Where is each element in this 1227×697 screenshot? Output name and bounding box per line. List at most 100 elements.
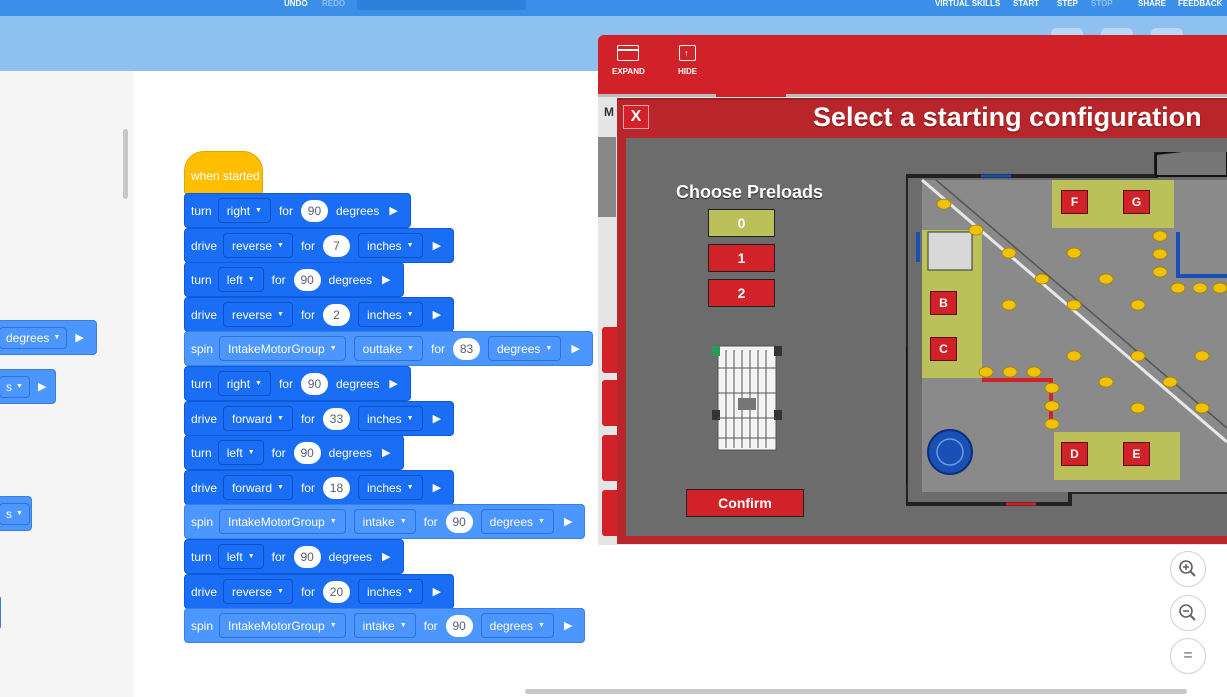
stop-button[interactable]: STOP (1091, 0, 1113, 8)
spin-block[interactable]: spin IntakeMotorGroup ▼ outtake ▼ for 83 degree… (184, 331, 593, 366)
drive-block[interactable]: drive reverse ▼ for 7 inches ▼ ▶ (184, 228, 455, 263)
value-input[interactable]: 90 (300, 199, 328, 222)
spin-block[interactable]: spin IntakeMotorGroup ▼ intake ▼ for 90 degrees… (184, 504, 586, 539)
expand-button[interactable]: EXPAND (612, 45, 645, 76)
zoom-reset-button[interactable]: = (1170, 638, 1206, 674)
palette-dropdown[interactable]: s ▼ (0, 502, 30, 525)
unit-dropdown[interactable]: inches ▼ (357, 406, 423, 431)
chevron-down-icon: ▼ (277, 588, 284, 595)
block-keyword: turn (191, 272, 212, 287)
block-keyword: drive (191, 411, 218, 426)
unit-dropdown[interactable]: inches ▼ (357, 233, 423, 258)
hide-button[interactable]: ↑ HIDE (678, 45, 697, 76)
turn-block[interactable]: turn left ▼ for 90 degrees ▶ (184, 539, 404, 574)
turn-block[interactable]: turn left ▼ for 90 degrees ▶ (184, 262, 404, 297)
direction-dropdown[interactable]: right ▼ (217, 198, 271, 223)
value-input[interactable]: 83 (453, 337, 480, 360)
preload-option-2[interactable]: 2 (708, 279, 775, 307)
block-keyword: drive (191, 238, 218, 253)
direction-dropdown[interactable]: intake ▼ (353, 613, 416, 638)
palette-dropdown[interactable]: s ▼ (0, 375, 30, 398)
value-input[interactable]: 90 (293, 545, 321, 568)
zoom-in-button[interactable] (1170, 551, 1206, 587)
drive-block[interactable]: drive reverse ▼ for 2 inches ▼ ▶ (184, 297, 455, 332)
preload-option-1[interactable]: 1 (708, 244, 775, 272)
turn-block[interactable]: turn left ▼ for 90 degrees ▶ (184, 435, 404, 470)
direction-dropdown[interactable]: forward ▼ (223, 475, 293, 500)
start-tile-d[interactable]: D (1061, 442, 1088, 466)
drive-block[interactable]: drive reverse ▼ for 20 inches ▼ ▶ (184, 574, 455, 609)
value-input[interactable]: 7 (322, 234, 350, 257)
value-input[interactable]: 90 (300, 372, 328, 395)
when-started-hat-block[interactable]: when started (184, 151, 263, 195)
direction-dropdown[interactable]: reverse ▼ (223, 233, 293, 258)
share-button[interactable]: SHARE (1138, 0, 1166, 8)
direction-dropdown[interactable]: reverse ▼ (223, 579, 293, 604)
value-input[interactable]: 18 (322, 476, 350, 499)
direction-dropdown[interactable]: reverse ▼ (223, 302, 293, 327)
palette-scrollbar[interactable] (123, 129, 128, 199)
chevron-down-icon: ▼ (406, 588, 414, 595)
drive-block[interactable]: drive forward ▼ for 33 inches ▼ ▶ (184, 401, 455, 436)
panel-side-strip (598, 137, 616, 217)
undo-button[interactable]: UNDO (284, 0, 308, 8)
start-tile-g[interactable]: G (1123, 190, 1150, 214)
motor-group-label: IntakeMotorGroup (228, 514, 325, 529)
block-keyword: turn (191, 376, 212, 391)
direction-dropdown[interactable]: left ▼ (217, 544, 264, 569)
virtual-skills-button[interactable]: VIRTUAL SKILLS (935, 0, 1000, 8)
workspace-hscrollbar[interactable] (525, 689, 1187, 694)
value-input[interactable]: 33 (322, 407, 350, 430)
direction-dropdown[interactable]: intake ▼ (353, 509, 416, 534)
unit-dropdown[interactable]: inches ▼ (357, 302, 423, 327)
value-input[interactable]: 90 (445, 510, 473, 533)
unit-dropdown[interactable]: degrees ▼ (480, 509, 554, 534)
start-button[interactable]: START (1013, 0, 1039, 8)
turn-block[interactable]: turn right ▼ for 90 degrees ▶ (184, 193, 411, 228)
palette-block-edge[interactable] (0, 596, 1, 629)
direction-dropdown[interactable]: left ▼ (217, 267, 264, 292)
unit-dropdown[interactable]: degrees ▼ (488, 336, 562, 361)
zoom-out-button[interactable] (1170, 595, 1206, 631)
step-button[interactable]: STEP (1057, 0, 1078, 8)
motor-group-label: IntakeMotorGroup (228, 341, 325, 356)
project-name-field[interactable] (357, 0, 526, 10)
value-input[interactable]: 20 (322, 580, 350, 603)
start-tile-c[interactable]: C (930, 337, 957, 361)
direction-dropdown[interactable]: outtake ▼ (353, 336, 423, 361)
feedback-button[interactable]: FEEDBACK (1178, 0, 1222, 8)
close-button[interactable]: X (623, 105, 649, 129)
value-input[interactable]: 90 (293, 441, 321, 464)
start-tile-e[interactable]: E (1123, 442, 1150, 466)
palette-block[interactable]: s ▼ ▶ (0, 369, 56, 404)
value-input[interactable]: 2 (322, 303, 350, 326)
chevron-down-icon: ▼ (329, 345, 337, 352)
for-label: for (271, 272, 286, 287)
direction-dropdown[interactable]: right ▼ (217, 371, 271, 396)
turn-block[interactable]: turn right ▼ for 90 degrees ▶ (184, 366, 411, 401)
value-input[interactable]: 90 (445, 614, 473, 637)
preload-option-0[interactable]: 0 (708, 209, 775, 237)
drive-block[interactable]: drive forward ▼ for 18 inches ▼ ▶ (184, 470, 455, 505)
confirm-button[interactable]: Confirm (686, 489, 804, 517)
unit-dropdown[interactable]: degrees ▼ (480, 613, 554, 638)
palette-block[interactable]: s ▼ (0, 496, 32, 531)
motor-group-dropdown[interactable]: IntakeMotorGroup ▼ (219, 613, 346, 638)
expand-icon (617, 45, 640, 61)
direction-dropdown[interactable]: left ▼ (217, 440, 264, 465)
unit-dropdown[interactable]: inches ▼ (357, 475, 423, 500)
start-tile-f[interactable]: F (1061, 190, 1088, 214)
direction-dropdown[interactable]: forward ▼ (223, 406, 293, 431)
value-input[interactable]: 90 (293, 268, 321, 291)
unit-dropdown[interactable]: inches ▼ (357, 579, 423, 604)
for-label: for (278, 203, 293, 218)
motor-group-dropdown[interactable]: IntakeMotorGroup ▼ (219, 509, 346, 534)
run-arrow-icon: ▶ (432, 240, 442, 252)
palette-dropdown[interactable]: degrees ▼ (0, 326, 68, 349)
start-tile-b[interactable]: B (930, 291, 957, 315)
redo-button[interactable]: REDO (322, 0, 345, 8)
palette-block[interactable]: degrees ▼ ▶ (0, 320, 97, 355)
for-label: for (300, 307, 315, 322)
motor-group-dropdown[interactable]: IntakeMotorGroup ▼ (219, 336, 346, 361)
spin-block[interactable]: spin IntakeMotorGroup ▼ intake ▼ for 90 degrees… (184, 608, 586, 643)
